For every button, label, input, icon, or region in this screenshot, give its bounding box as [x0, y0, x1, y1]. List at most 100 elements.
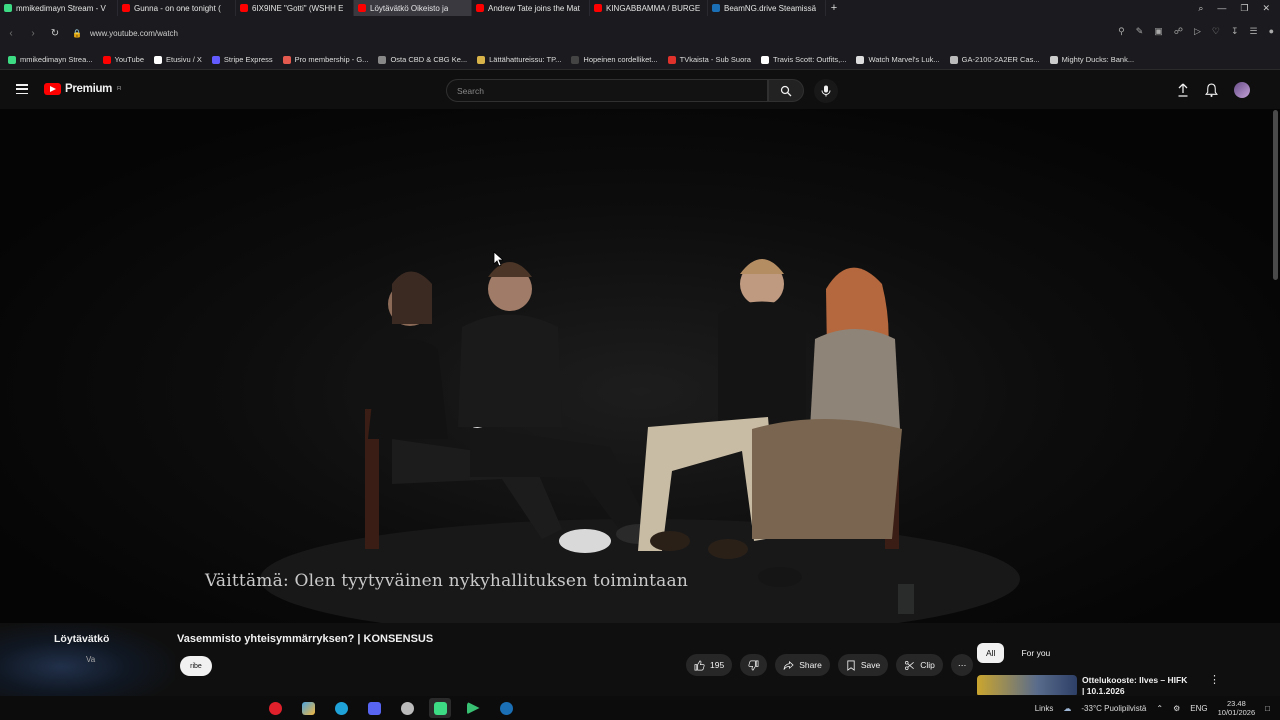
opera-icon[interactable]: [264, 698, 286, 718]
browser-tab[interactable]: Andrew Tate joins the Mat: [472, 0, 590, 16]
bookmark-item[interactable]: Etusivu / X: [154, 55, 202, 64]
player-icon[interactable]: [462, 698, 484, 718]
chip-for-you[interactable]: For you: [1012, 643, 1059, 663]
browser-tab[interactable]: 6IX9INE "Gotti" (WSHH E: [236, 0, 354, 16]
app-icon: [301, 701, 315, 715]
dislike-button[interactable]: [740, 654, 768, 676]
hamburger-menu-icon[interactable]: [16, 84, 28, 94]
heart-icon[interactable]: ♡: [1212, 26, 1220, 37]
chevron-up-icon[interactable]: ⌃: [1156, 704, 1163, 713]
browser-tab[interactable]: mmikedimayn Stream - V: [0, 0, 118, 16]
bookmark-item[interactable]: Watch Marvel's Luk...: [856, 55, 940, 64]
bookmark-favicon-icon: [856, 55, 865, 64]
shield-icon[interactable]: ☍: [1174, 26, 1183, 37]
bookmark-label: GA-2100-2A2ER Cas...: [961, 55, 1040, 64]
video-player[interactable]: Väittämä: Olen tyytyväinen nykyhallituks…: [0, 109, 1280, 623]
chip-all[interactable]: All: [977, 643, 1005, 663]
browser-tab[interactable]: BeamNG.drive Steamissä: [708, 0, 826, 16]
bookmark-favicon-icon: [211, 55, 220, 64]
restore-icon[interactable]: ❐: [1240, 3, 1248, 14]
play-icon[interactable]: ▷: [1194, 26, 1201, 37]
bookmark-favicon-icon: [102, 55, 111, 64]
voice-search-button[interactable]: [814, 79, 838, 103]
url-field[interactable]: 🔒 www.youtube.com/watch: [72, 29, 178, 38]
bookmark-item[interactable]: GA-2100-2A2ER Cas...: [949, 55, 1040, 64]
search-tabs-icon[interactable]: ⌕: [1198, 3, 1203, 14]
download-icon[interactable]: ↧: [1231, 26, 1239, 37]
tab-favicon-icon: [712, 4, 720, 12]
discord-icon[interactable]: [363, 698, 385, 718]
menu-icon[interactable]: ☰: [1249, 26, 1257, 37]
clock[interactable]: 23.48 10/01/2026: [1218, 699, 1256, 717]
minimize-icon[interactable]: —: [1217, 3, 1226, 13]
channel-subscribers: Va: [86, 655, 96, 664]
bookmark-item[interactable]: Hopeinen cordelliket...: [571, 55, 658, 64]
bookmark-item[interactable]: YouTube: [102, 55, 144, 64]
browser-tab[interactable]: Gunna - on one tonight (: [118, 0, 236, 16]
clip-button[interactable]: Clip: [896, 654, 943, 676]
mouse-cursor-icon: [493, 251, 503, 267]
language-indicator[interactable]: ENG: [1190, 704, 1207, 713]
forward-icon[interactable]: ›: [22, 28, 44, 39]
search-input[interactable]: Search: [446, 79, 768, 102]
bookmark-label: Etusivu / X: [166, 55, 202, 64]
bookmark-item[interactable]: Lättähattureissu: TP...: [477, 55, 561, 64]
bookmark-label: Mighty Ducks: Bank...: [1061, 55, 1135, 64]
subscribe-button[interactable]: ribe: [180, 656, 212, 676]
recommended-video[interactable]: Ottelukooste: Ilves – HIFK | 10.1.2026 ⋮: [977, 673, 1237, 695]
bookmark-item[interactable]: Mighty Ducks: Bank...: [1049, 55, 1135, 64]
links-toolbar[interactable]: Links: [1035, 704, 1054, 713]
save-button[interactable]: Save: [837, 654, 889, 676]
app-icon: [268, 701, 282, 715]
like-button[interactable]: 195: [686, 654, 733, 676]
recommended-thumbnail[interactable]: [977, 675, 1077, 695]
shield-app-icon[interactable]: [396, 698, 418, 718]
notification-icon[interactable]: □: [1265, 704, 1270, 713]
bookmark-item[interactable]: Stripe Express: [211, 55, 273, 64]
back-icon[interactable]: ‹: [0, 28, 22, 39]
bookmark-favicon-icon: [282, 55, 291, 64]
browser-tab-active[interactable]: Löytävätkö Oikeisto ja: [354, 0, 472, 16]
search-button[interactable]: [768, 79, 804, 102]
tab-favicon-icon: [240, 4, 248, 12]
more-vertical-icon[interactable]: ⋮: [1209, 673, 1220, 686]
profile-icon[interactable]: ●: [1269, 26, 1274, 37]
camera-icon[interactable]: ▣: [1154, 26, 1163, 37]
edge-icon[interactable]: [330, 698, 352, 718]
bookmark-favicon-icon: [477, 55, 486, 64]
youtube-header: Premium FI Search: [0, 71, 1280, 109]
network-icon[interactable]: ⚙: [1173, 704, 1180, 713]
upload-icon[interactable]: [1177, 83, 1189, 97]
new-tab-button[interactable]: +: [826, 2, 842, 14]
recommended-title[interactable]: Ottelukooste: Ilves – HIFK | 10.1.2026: [1082, 675, 1192, 695]
video-actions: 195 Share Save Clip ⋯: [686, 654, 974, 676]
scissors-icon: [905, 660, 915, 670]
steam-icon[interactable]: [495, 698, 517, 718]
bookmark-item[interactable]: Travis Scott: Outfits,...: [760, 55, 846, 64]
reload-icon[interactable]: ↻: [44, 28, 66, 39]
page-scrollbar[interactable]: [1273, 110, 1278, 280]
bookmark-item[interactable]: TVkaista - Sub Suora: [667, 55, 751, 64]
avatar[interactable]: [1234, 82, 1250, 98]
bookmark-item[interactable]: Pro membership - G...: [282, 55, 368, 64]
youtube-premium-logo[interactable]: Premium FI: [44, 83, 121, 95]
android-studio-icon[interactable]: [429, 698, 451, 718]
close-icon[interactable]: ✕: [1262, 3, 1270, 14]
share-label: Share: [799, 660, 822, 670]
channel-name[interactable]: Löytävätkö: [54, 633, 109, 645]
bookmark-favicon-icon: [8, 55, 16, 64]
bookmark-item[interactable]: Osta CBD & CBG Ke...: [378, 55, 467, 64]
bookmark-label: Osta CBD & CBG Ke...: [390, 55, 468, 64]
edit-icon[interactable]: ✎: [1136, 26, 1144, 37]
bookmark-item[interactable]: mmikedimayn Strea...: [8, 55, 93, 64]
weather-text[interactable]: -33°C Puolipilvistä: [1081, 704, 1146, 713]
youtube-play-icon: [44, 83, 61, 95]
browser-tab[interactable]: KINGABBAMMA / BURGE: [590, 0, 708, 16]
bookmark-label: Hopeinen cordelliket...: [583, 55, 658, 64]
logo-region: FI: [117, 86, 121, 92]
copilot-icon[interactable]: [297, 698, 319, 718]
zoom-icon[interactable]: ⚲: [1118, 26, 1125, 37]
share-button[interactable]: Share: [775, 654, 830, 676]
bell-icon[interactable]: [1205, 83, 1218, 97]
more-actions-button[interactable]: ⋯: [950, 654, 974, 676]
